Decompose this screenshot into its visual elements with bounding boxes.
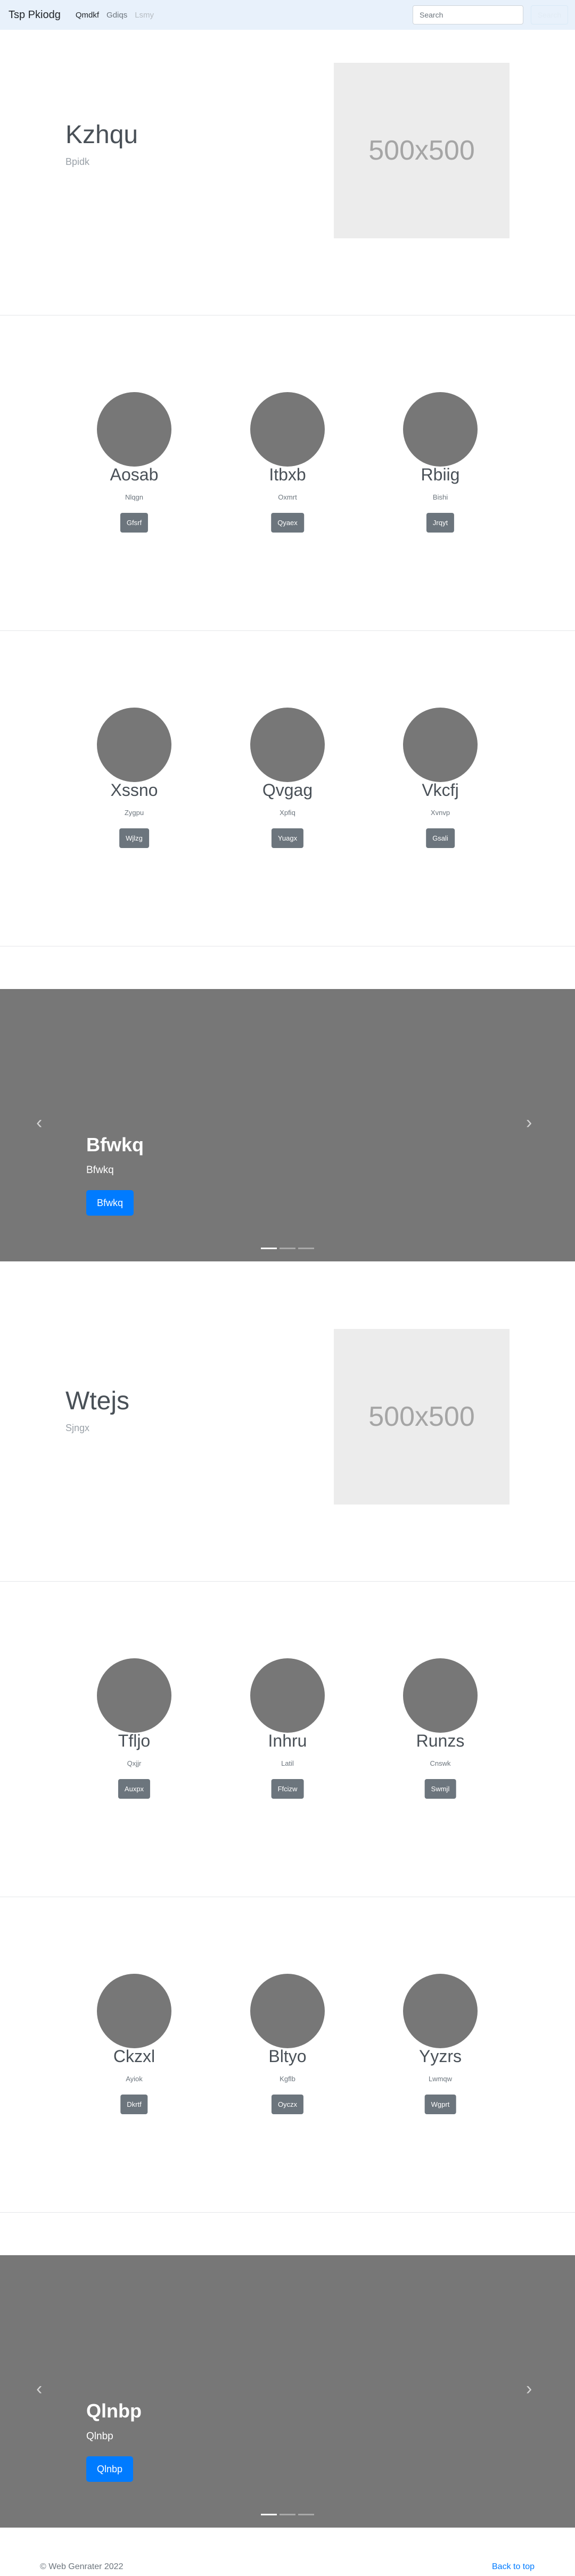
carousel-next-icon[interactable]: › xyxy=(526,1112,532,1133)
nav-link-2[interactable]: Gdiqs xyxy=(106,11,127,20)
card-subtitle: Xpfiq xyxy=(280,809,295,817)
card-subtitle: Nlqgn xyxy=(125,493,143,501)
hero-image-placeholder: 500x500 xyxy=(334,63,510,238)
carousel-indicator[interactable] xyxy=(261,2514,277,2515)
card-button[interactable]: Wgprt xyxy=(424,2095,456,2114)
card-subtitle: Lwmqw xyxy=(428,2075,453,2083)
placeholder-label: 500x500 xyxy=(368,1401,475,1432)
card-title: Inhru xyxy=(268,1731,307,1750)
card-button[interactable]: Qyaex xyxy=(271,513,304,533)
back-to-top-link[interactable]: Back to top xyxy=(492,2562,535,2572)
nav-link-3: Lsmy xyxy=(135,10,154,20)
card-avatar xyxy=(250,708,325,782)
card-title: Ckzxl xyxy=(113,2047,155,2066)
card-button[interactable]: Wjlzg xyxy=(119,828,149,848)
carousel-indicator[interactable] xyxy=(261,1248,277,1249)
card-button[interactable]: Swmjl xyxy=(424,1779,456,1799)
card-avatar xyxy=(97,1658,171,1733)
card-title: Tfljo xyxy=(118,1731,151,1750)
carousel-title: Bfwkq xyxy=(86,1134,144,1156)
carousel-indicator[interactable] xyxy=(280,1248,295,1249)
search-input[interactable] xyxy=(413,5,523,24)
card-avatar xyxy=(97,1974,171,2048)
carousel-button[interactable]: Bfwkq xyxy=(86,1190,134,1216)
carousel-subtitle: Qlnbp xyxy=(86,2431,113,2442)
section-divider xyxy=(0,1581,575,1582)
card-title: Vkcfj xyxy=(422,780,459,800)
navbar: Tsp Pkiodg Qmdkf Gdiqs Lsmy Search xyxy=(0,0,575,30)
card-subtitle: Bishi xyxy=(432,493,448,501)
card-subtitle: Kgflb xyxy=(280,2075,295,2083)
card-avatar xyxy=(97,392,171,467)
placeholder-label: 500x500 xyxy=(368,135,475,166)
carousel-indicator[interactable] xyxy=(298,1248,314,1249)
carousel-title: Qlnbp xyxy=(86,2400,142,2422)
card-title: Yyzrs xyxy=(419,2047,462,2066)
card-button[interactable]: Yuagx xyxy=(271,828,304,848)
navbar-brand[interactable]: Tsp Pkiodg xyxy=(9,9,61,21)
carousel-1: ‹ › Bfwkq Bfwkq Bfwkq xyxy=(0,989,575,1261)
carousel-2: ‹ › Qlnbp Qlnbp Qlnbp xyxy=(0,2255,575,2528)
nav-link-1[interactable]: Qmdkf xyxy=(76,11,99,20)
carousel-prev-icon[interactable]: ‹ xyxy=(36,1112,42,1133)
card-avatar xyxy=(250,1974,325,2048)
section-divider xyxy=(0,630,575,631)
card-subtitle: Qxjjr xyxy=(127,1759,142,1767)
card-title: Qvgag xyxy=(262,780,313,800)
card-title: Bltyo xyxy=(268,2047,307,2066)
card-avatar xyxy=(97,708,171,782)
carousel-subtitle: Bfwkq xyxy=(86,1165,114,1176)
carousel-indicator[interactable] xyxy=(298,2514,314,2515)
card-button[interactable]: Oyczx xyxy=(271,2095,304,2114)
card-button[interactable]: Auxpx xyxy=(118,1779,151,1799)
card-button[interactable]: Gfsrf xyxy=(120,513,149,533)
carousel-next-icon[interactable]: › xyxy=(526,2379,532,2399)
card-avatar xyxy=(250,1658,325,1733)
card-button[interactable]: Jrqyt xyxy=(426,513,455,533)
footer-copyright: © Web Genrater 2022 xyxy=(40,2562,124,2571)
hero-subtitle: Bpidk xyxy=(65,156,90,167)
hero-image-placeholder: 500x500 xyxy=(334,1329,510,1505)
section-divider xyxy=(0,2212,575,2213)
card-avatar xyxy=(403,1974,478,2048)
search-button[interactable]: Search xyxy=(531,5,568,24)
card-subtitle: Xvnvp xyxy=(430,809,450,817)
hero-subtitle: Sjngx xyxy=(65,1423,90,1433)
carousel-prev-icon[interactable]: ‹ xyxy=(36,2379,42,2399)
card-avatar xyxy=(403,1658,478,1733)
hero-title: Kzhqu xyxy=(65,121,138,149)
card-button[interactable]: Ffcizw xyxy=(271,1779,304,1799)
card-avatar xyxy=(250,392,325,467)
carousel-indicator[interactable] xyxy=(280,2514,295,2515)
card-subtitle: Latil xyxy=(281,1759,294,1767)
card-title: Itbxb xyxy=(269,465,306,484)
card-title: Xssno xyxy=(110,780,158,800)
card-button[interactable]: Dkrtf xyxy=(120,2095,148,2114)
carousel-button[interactable]: Qlnbp xyxy=(86,2456,134,2482)
card-subtitle: Oxmrt xyxy=(278,493,297,501)
card-title: Runzs xyxy=(416,1731,465,1750)
hero-title: Wtejs xyxy=(65,1387,129,1415)
card-avatar xyxy=(403,392,478,467)
card-subtitle: Ayiok xyxy=(126,2075,143,2083)
card-subtitle: Cnswk xyxy=(430,1759,451,1767)
card-button[interactable]: Gsali xyxy=(426,828,455,848)
card-title: Rbiig xyxy=(421,465,460,484)
card-avatar xyxy=(403,708,478,782)
card-title: Aosab xyxy=(110,465,159,484)
card-subtitle: Zygpu xyxy=(124,809,144,817)
